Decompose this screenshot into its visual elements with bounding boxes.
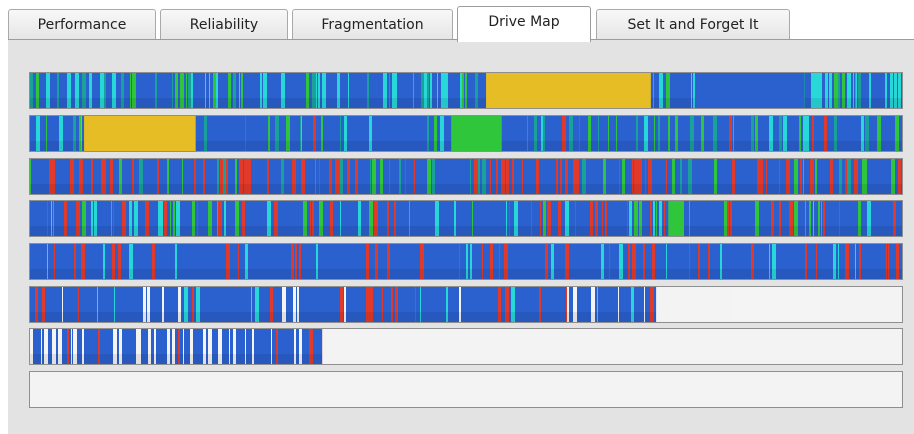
cluster-block-green — [668, 201, 684, 236]
drive-map-row-graphic — [30, 201, 902, 236]
drive-map-row-graphic — [30, 372, 902, 407]
drive-map-row — [29, 371, 903, 408]
tab-performance[interactable]: Performance — [8, 9, 156, 39]
drive-map-row-graphic — [30, 287, 820, 322]
drive-map-row — [29, 328, 903, 365]
drive-map-row — [29, 286, 903, 323]
drive-map-row — [29, 158, 903, 195]
drive-map-row — [29, 72, 903, 109]
tab-drive-map[interactable]: Drive Map — [457, 6, 591, 42]
cluster-block-gold — [84, 116, 196, 151]
tab-reliability[interactable]: Reliability — [160, 9, 288, 39]
drive-map-row — [29, 200, 903, 237]
drive-map-row-graphic — [30, 244, 902, 279]
cluster-block-green — [451, 116, 502, 151]
tab-set-it-and-forget-it[interactable]: Set It and Forget It — [596, 9, 790, 39]
tab-fragmentation[interactable]: Fragmentation — [292, 9, 453, 39]
drive-map-row — [29, 243, 903, 280]
drive-map-row-graphic — [30, 329, 323, 364]
drive-map-row — [29, 115, 903, 152]
drive-map-row-graphic — [30, 73, 902, 108]
cluster-block-gold — [486, 73, 651, 108]
cluster-block-blue — [695, 73, 805, 108]
drive-map-row-graphic — [30, 116, 902, 151]
tab-bar: Performance Reliability Fragmentation Dr… — [8, 6, 914, 42]
drive-map-row-graphic — [30, 159, 902, 194]
cluster-block-white — [731, 287, 820, 322]
